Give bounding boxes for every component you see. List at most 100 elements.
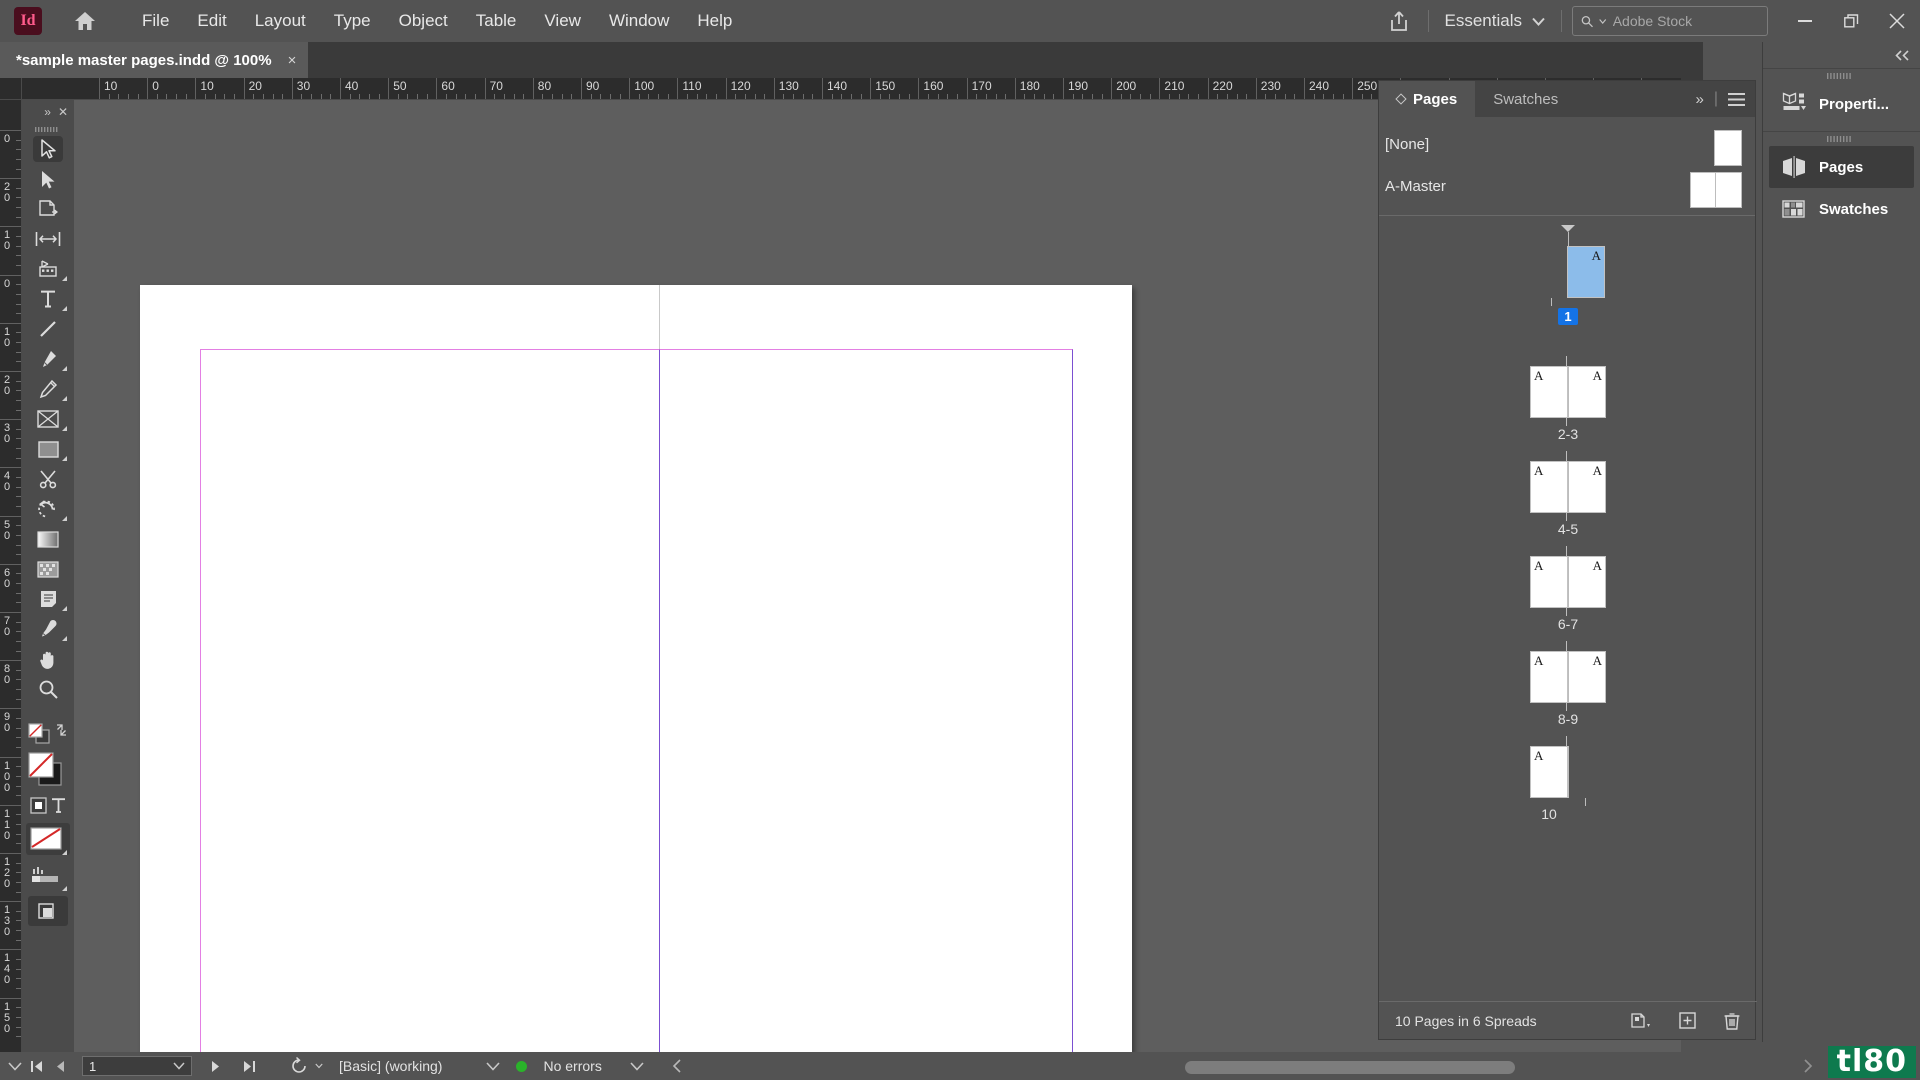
screen-mode-button[interactable] <box>22 894 74 928</box>
ruler-tick-major <box>1207 78 1209 99</box>
chevron-down-icon[interactable] <box>173 1062 185 1070</box>
tool-gap[interactable] <box>22 224 74 254</box>
pages-list[interactable]: A 1 A A 2-3 A A 4-5 A A 6-7 A A 8-9 A 10 <box>1379 216 1755 1006</box>
master-row-none[interactable]: [None] <box>1379 123 1755 166</box>
next-page-button[interactable] <box>210 1060 232 1073</box>
dock-collapse-button[interactable] <box>1763 42 1920 68</box>
tool-gradient-swatch[interactable] <box>22 524 74 554</box>
trash-icon[interactable] <box>1723 1011 1741 1031</box>
page-thumb[interactable]: A <box>1568 651 1606 703</box>
tool-zoom[interactable] <box>22 674 74 704</box>
dock-item-pages[interactable]: Pages <box>1769 146 1914 188</box>
tool-flyout-indicator <box>62 306 67 311</box>
fill-stroke-large[interactable] <box>22 748 74 790</box>
tool-direct-selection[interactable] <box>22 164 74 194</box>
fill-stroke-controls[interactable] <box>22 718 74 748</box>
ruler-tick-minor <box>378 94 380 99</box>
home-button[interactable] <box>68 4 102 38</box>
close-button[interactable] <box>1874 0 1920 42</box>
prev-page-button[interactable] <box>56 1060 78 1073</box>
dock-item-properties[interactable]: Properti... <box>1769 83 1914 125</box>
page-thumb[interactable]: A <box>1530 556 1568 608</box>
new-page-icon[interactable] <box>1678 1011 1697 1030</box>
menu-type[interactable]: Type <box>320 7 385 35</box>
spread-item[interactable]: A A 2-3 <box>1379 356 1757 442</box>
spread-item[interactable]: A 1 <box>1379 220 1757 326</box>
horizontal-scrollbar[interactable] <box>1185 1061 1515 1074</box>
page-thumb[interactable]: A <box>1568 366 1606 418</box>
hamburger-menu-icon[interactable] <box>1728 92 1745 106</box>
page-thumb[interactable]: A <box>1568 556 1606 608</box>
page-thumb[interactable]: A <box>1568 461 1606 513</box>
document-spread[interactable] <box>140 285 1132 1060</box>
tool-page[interactable] <box>22 194 74 224</box>
page-thumb[interactable]: A <box>1567 246 1605 298</box>
panel-expand-icon[interactable]: » <box>1696 91 1704 108</box>
vertical-ruler[interactable]: 02 01 001 02 03 04 05 06 07 08 09 01 0 0… <box>0 100 22 1060</box>
first-page-button[interactable] <box>30 1060 52 1073</box>
dock-item-swatches[interactable]: Swatches <box>1769 188 1914 230</box>
share-button[interactable] <box>1380 5 1418 37</box>
menu-view[interactable]: View <box>530 7 595 35</box>
tool-selection[interactable] <box>22 134 74 164</box>
spread-item[interactable]: A 10 <box>1379 736 1757 822</box>
tool-free-transform[interactable] <box>22 494 74 524</box>
edit-page-size-icon[interactable] <box>1630 1011 1652 1030</box>
menu-help[interactable]: Help <box>683 7 746 35</box>
page-thumb[interactable]: A <box>1530 746 1568 798</box>
apply-color-controls[interactable] <box>22 820 74 858</box>
spread-item[interactable]: A A 4-5 <box>1379 451 1757 537</box>
tool-line[interactable] <box>22 314 74 344</box>
tool-type[interactable] <box>22 284 74 314</box>
page-thumb[interactable]: A <box>1530 461 1568 513</box>
tools-collapse-icon[interactable]: » <box>44 105 51 119</box>
document-tab[interactable]: *sample master pages.indd @ 100% × <box>0 42 309 78</box>
chevron-down-icon[interactable] <box>486 1061 501 1071</box>
menu-file[interactable]: File <box>128 7 183 35</box>
screen-mode-row[interactable] <box>22 858 74 894</box>
chevron-down-icon[interactable] <box>630 1061 644 1071</box>
tool-gradient-feather[interactable] <box>22 554 74 584</box>
preflight-button[interactable] <box>290 1056 323 1076</box>
workspace-switcher[interactable]: Essentials <box>1439 9 1551 33</box>
menu-layout[interactable]: Layout <box>241 7 320 35</box>
tool-scissors[interactable] <box>22 464 74 494</box>
tab-pages[interactable]: Pages <box>1379 81 1476 117</box>
tool-rectangle[interactable] <box>22 434 74 464</box>
minimize-button[interactable] <box>1782 0 1828 42</box>
menu-object[interactable]: Object <box>385 7 462 35</box>
last-page-button[interactable] <box>242 1060 264 1073</box>
menu-table[interactable]: Table <box>462 7 531 35</box>
adobe-stock-search[interactable] <box>1572 6 1768 36</box>
search-input[interactable] <box>1612 13 1759 29</box>
page-thumb[interactable]: A <box>1530 366 1568 418</box>
menu-window[interactable]: Window <box>595 7 683 35</box>
tab-swatches[interactable]: Swatches <box>1475 81 1576 117</box>
tool-note[interactable] <box>22 584 74 614</box>
tool-hand[interactable] <box>22 644 74 674</box>
ruler-tick-minor <box>1371 94 1373 99</box>
spread-item[interactable]: A A 6-7 <box>1379 546 1757 632</box>
tool-pencil[interactable] <box>22 374 74 404</box>
tools-close-icon[interactable]: ✕ <box>58 105 68 119</box>
master-row-a-master[interactable]: A-Master <box>1379 165 1755 208</box>
dock-grip[interactable] <box>1763 69 1920 83</box>
chevron-left-icon[interactable] <box>672 1059 683 1073</box>
tool-eyedropper[interactable] <box>22 614 74 644</box>
chevron-right-icon[interactable] <box>1802 1058 1814 1074</box>
restore-button[interactable] <box>1828 0 1874 42</box>
menu-edit[interactable]: Edit <box>183 7 240 35</box>
document-tab-close-icon[interactable]: × <box>288 52 297 69</box>
zoom-level-chevron[interactable] <box>0 1061 30 1071</box>
tool-pen[interactable] <box>22 344 74 374</box>
tool-content-collector[interactable] <box>22 254 74 284</box>
page-thumb[interactable]: A <box>1530 651 1568 703</box>
ruler-tick-major <box>725 78 727 99</box>
dock-grip[interactable] <box>1763 132 1920 146</box>
tools-panel-grip[interactable] <box>22 124 74 134</box>
formatting-affects-controls[interactable] <box>22 790 74 820</box>
spread-item[interactable]: A A 8-9 <box>1379 641 1757 727</box>
tool-frame[interactable] <box>22 404 74 434</box>
page-number-field[interactable]: 1 <box>82 1056 192 1076</box>
ruler-origin[interactable] <box>0 78 22 100</box>
